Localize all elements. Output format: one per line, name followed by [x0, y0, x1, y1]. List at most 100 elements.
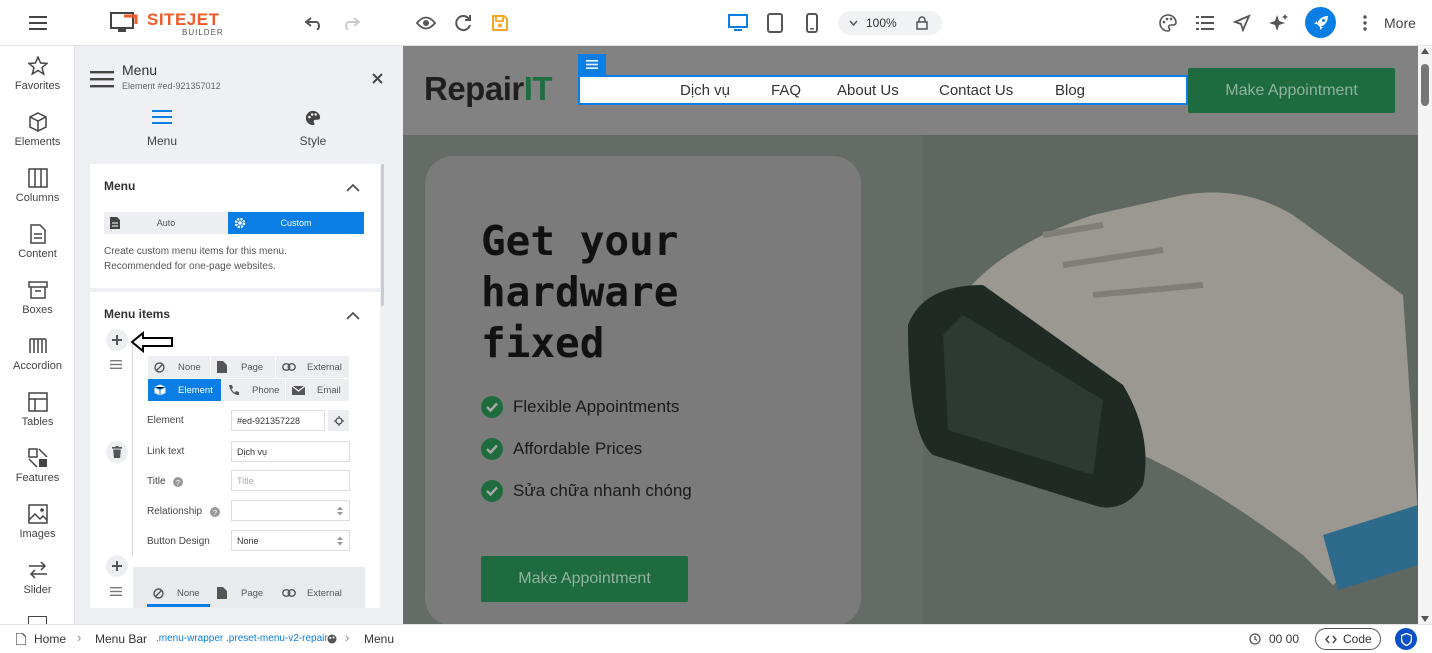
palette-icon[interactable] [1153, 8, 1183, 38]
nav-item-contact[interactable]: Contact Us [939, 82, 1013, 99]
kebab-icon [1363, 15, 1367, 31]
link-type-none[interactable]: None [147, 582, 210, 604]
code-icon [1325, 635, 1337, 644]
sidebar-item-content[interactable]: Content [0, 224, 75, 280]
link-type-page[interactable]: Page [211, 356, 275, 378]
palette-icon[interactable] [327, 634, 337, 644]
undo-icon[interactable] [299, 8, 329, 38]
plus-icon [112, 561, 122, 571]
relationship-select[interactable] [231, 500, 350, 521]
mode-auto-button[interactable]: Auto [104, 212, 228, 234]
lock-icon [916, 16, 928, 30]
chevron-up-icon[interactable] [346, 311, 360, 320]
breadcrumb-menubar[interactable]: Menu Bar [95, 632, 147, 646]
palette-icon [305, 110, 321, 126]
breadcrumb-current[interactable]: Menu [364, 632, 394, 646]
element-picker-button[interactable] [328, 410, 349, 431]
breadcrumb: Home › Menu Bar .menu-wrapper .preset-me… [0, 624, 1432, 653]
ban-icon [154, 361, 165, 373]
breadcrumb-home[interactable]: Home [34, 632, 66, 646]
canvas-scrollbar[interactable] [1418, 46, 1432, 624]
tab-style[interactable]: Style [271, 110, 355, 150]
scroll-up-icon[interactable] [1421, 48, 1429, 54]
sidebar-item-slider[interactable]: Slider [0, 560, 75, 616]
svg-text:?: ? [176, 478, 180, 487]
link-text-field[interactable]: Dịch vụ [231, 441, 350, 462]
link-type-page[interactable]: Page [211, 582, 275, 604]
tab-menu[interactable]: Menu [120, 110, 204, 150]
tablet-view-icon[interactable] [760, 8, 790, 38]
add-item-button[interactable] [106, 329, 128, 351]
refresh-icon[interactable] [448, 8, 478, 38]
site-logo-part: Repair [424, 70, 524, 107]
link-type-element[interactable]: Element [148, 379, 221, 401]
preview-eye-icon[interactable] [411, 8, 441, 38]
sidebar-item-accordion[interactable]: Accordion [0, 336, 75, 392]
cube-icon [28, 112, 47, 132]
code-button[interactable]: Code [1315, 628, 1381, 650]
link-type-email[interactable]: Email [286, 379, 349, 401]
nav-item-faq[interactable]: FAQ [771, 82, 801, 99]
more-menu[interactable]: More [1357, 12, 1419, 34]
element-field[interactable]: #ed-921357228 [231, 410, 325, 431]
link-type-external[interactable]: External [276, 356, 349, 378]
navigation-arrow-icon[interactable] [1227, 8, 1257, 38]
sitejet-logo[interactable]: SITEJET BUILDER [110, 10, 230, 38]
nav-item-blog[interactable]: Blog [1055, 82, 1085, 99]
element-field-label: Element [147, 415, 184, 426]
help-circle-icon[interactable]: ? [210, 507, 220, 517]
link-text-label: Link text [147, 446, 185, 457]
sidebar-item-columns[interactable]: Columns [0, 168, 75, 224]
mode-custom-button[interactable]: Custom [228, 212, 364, 234]
desktop-view-icon[interactable] [723, 8, 753, 38]
breadcrumb-selector[interactable]: .menu-wrapper .preset-menu-v2-repair [156, 633, 328, 644]
ai-sparkle-icon[interactable] [1264, 8, 1294, 38]
drag-handle-icon[interactable] [110, 587, 122, 596]
sidebar-item-images[interactable]: Images [0, 504, 75, 560]
nav-item-dich-vu[interactable]: Dịch vụ [680, 82, 730, 99]
list-icon[interactable] [1190, 8, 1220, 38]
link-type-none[interactable]: None [148, 356, 210, 378]
sidebar-item-features[interactable]: Features [0, 448, 75, 504]
link-type-phone[interactable]: Phone [222, 379, 285, 401]
delete-item-button[interactable] [106, 441, 128, 463]
zoom-control[interactable]: 100% [838, 11, 942, 35]
add-item-button[interactable] [106, 555, 128, 577]
cube-icon [154, 384, 166, 396]
chevron-up-icon[interactable] [346, 183, 360, 192]
header-cta-button[interactable]: Make Appointment [1188, 68, 1395, 113]
hero-cta-button[interactable]: Make Appointment [481, 556, 688, 602]
nav-item-about[interactable]: About Us [837, 82, 899, 99]
link-type-external[interactable]: External [276, 582, 351, 604]
feature-text: Flexible Appointments [513, 397, 680, 416]
mobile-view-icon[interactable] [797, 8, 827, 38]
sidebar-item-boxes[interactable]: Boxes [0, 280, 75, 336]
scroll-down-icon[interactable] [1421, 616, 1429, 622]
button-design-select[interactable]: None [231, 530, 350, 551]
hamburger-menu-icon[interactable] [23, 8, 53, 38]
title-field[interactable]: Title [231, 470, 350, 491]
selected-element-handle[interactable] [578, 54, 606, 75]
arrow-left-icon [130, 331, 173, 353]
save-icon[interactable] [485, 8, 515, 38]
next-menu-item: None Page External [133, 567, 365, 608]
scroll-thumb[interactable] [1421, 64, 1429, 106]
sidebar-item-elements[interactable]: Elements [0, 112, 75, 168]
site-logo[interactable]: RepairIT [424, 70, 553, 108]
sidebar-item-favorites[interactable]: Favorites [0, 56, 75, 112]
publish-rocket-button[interactable] [1305, 7, 1336, 38]
menu-mode-help: Create custom menu items for this menu. … [104, 246, 287, 272]
table-icon [27, 392, 48, 412]
drag-handle-icon[interactable] [110, 360, 122, 369]
close-icon[interactable] [372, 73, 383, 84]
zoom-value: 100% [866, 16, 897, 30]
sidebar-item-tables[interactable]: Tables [0, 392, 75, 448]
panel-scrollbar[interactable] [381, 164, 384, 306]
link-type-external-label: External [307, 587, 342, 599]
document-icon [110, 217, 120, 229]
site-nav-menu[interactable]: Dịch vụ FAQ About Us Contact Us Blog [578, 75, 1188, 105]
redo-icon[interactable] [336, 8, 366, 38]
help-circle-icon[interactable]: ? [173, 477, 183, 487]
sidebar-more-icon [28, 616, 47, 624]
shield-badge[interactable] [1395, 628, 1417, 650]
